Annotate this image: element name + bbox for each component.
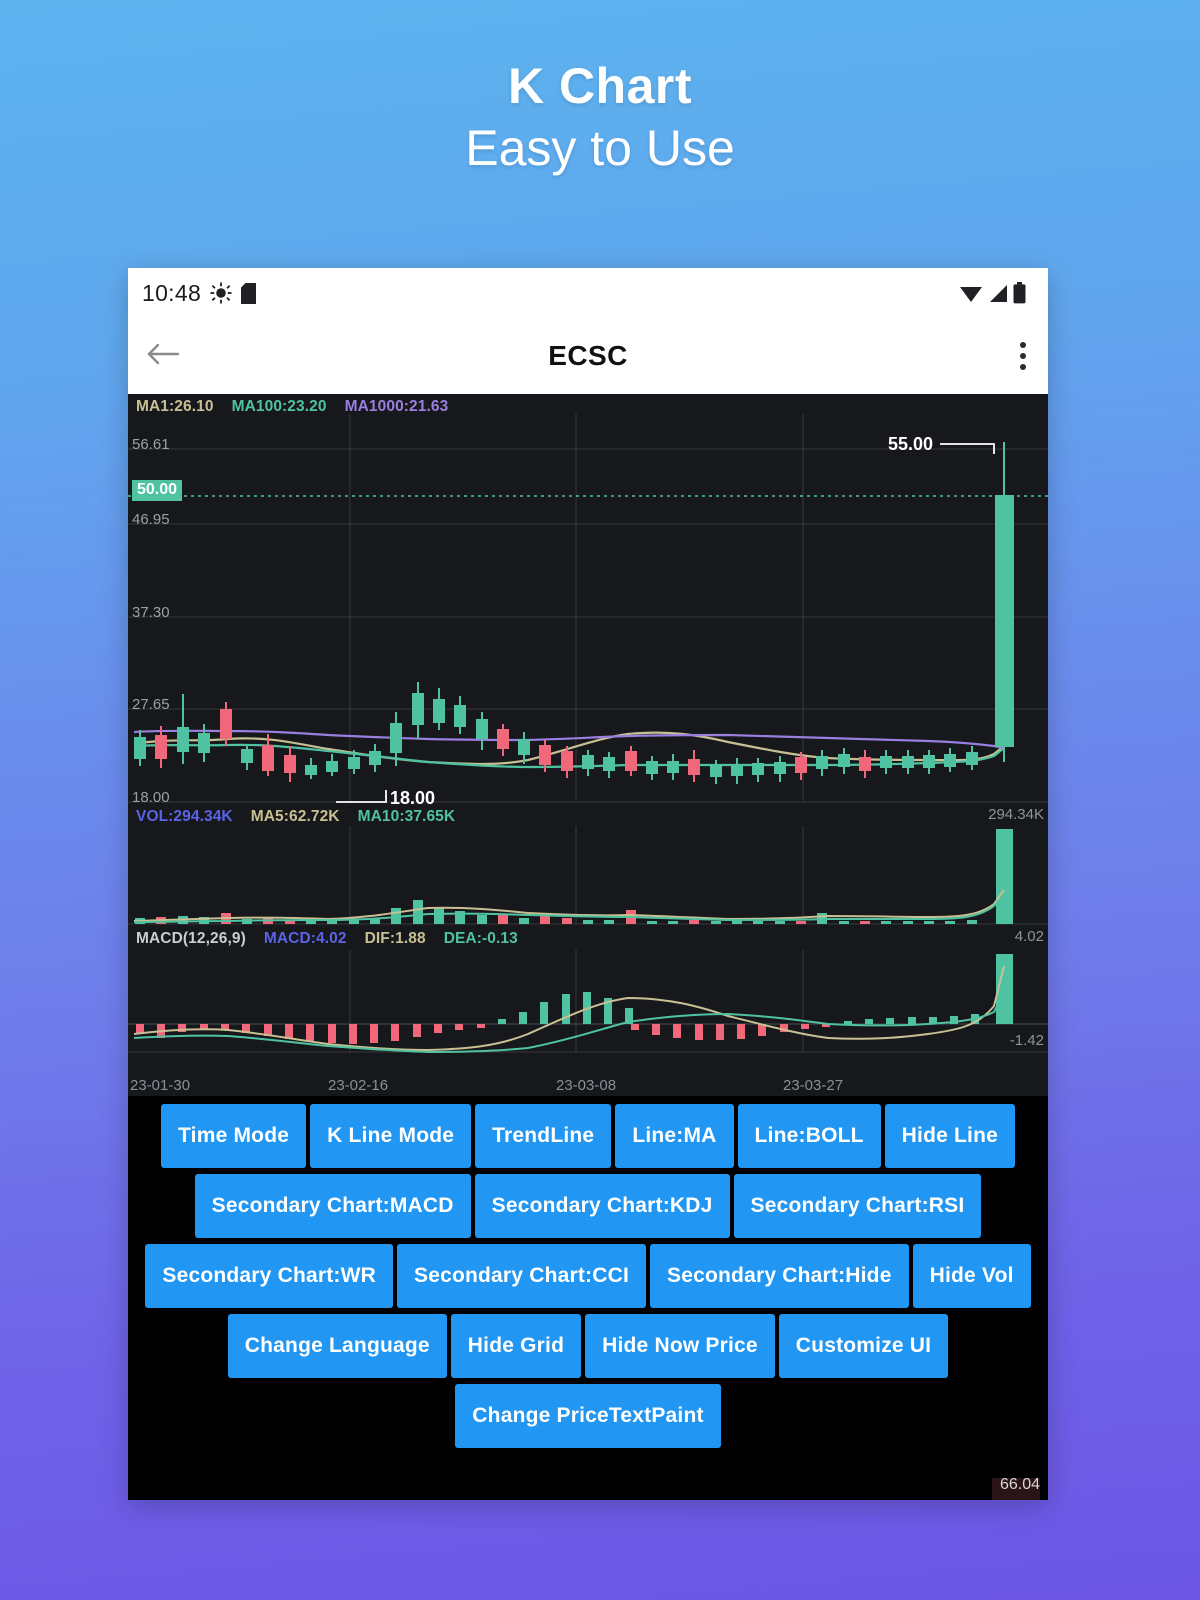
status-time: 10:48	[142, 279, 202, 306]
price-ytick-1: 46.95	[132, 511, 170, 528]
legend-macd-params: MACD(12,26,9)	[136, 930, 246, 947]
change-price-text-paint-button[interactable]: Change PriceTextPaint	[455, 1384, 721, 1448]
controls-row-5: Change PriceTextPaint	[128, 1384, 1048, 1448]
secondary-chart-wr-button[interactable]: Secondary Chart:WR	[145, 1244, 393, 1308]
legend-ma1: MA1:26.10	[136, 398, 214, 415]
price-ytick-0: 56.61	[132, 436, 170, 453]
customize-ui-button[interactable]: Customize UI	[778, 1314, 949, 1378]
selected-high-label: 55.00	[888, 434, 934, 454]
secondary-chart-cci-button[interactable]: Secondary Chart:CCI	[397, 1244, 647, 1308]
x-tick-3: 23-03-27	[783, 1077, 844, 1094]
k-line-mode-button[interactable]: K Line Mode	[310, 1104, 472, 1168]
wifi-icon	[959, 283, 983, 303]
promo-title-line2: Easy to Use	[465, 119, 735, 176]
now-price-tag: 50.00	[132, 480, 183, 501]
hide-vol-button[interactable]: Hide Vol	[912, 1244, 1031, 1308]
hide-line-button[interactable]: Hide Line	[884, 1104, 1015, 1168]
volume-legend: VOL:294.34K MA5:62.72K MA10:37.65K	[136, 808, 455, 826]
hide-now-price-button[interactable]: Hide Now Price	[585, 1314, 775, 1378]
legend-dea: DEA:-0.13	[443, 930, 518, 947]
macd-legend: MACD(12,26,9) MACD:4.02 DIF:1.88 DEA:-0.…	[136, 930, 518, 948]
secondary-chart-hide-button[interactable]: Secondary Chart:Hide	[650, 1244, 909, 1308]
chart-canvas[interactable]	[128, 394, 1048, 1096]
phone-screenshot: 10:48 ECSC MA1:26.10 MA100:23.20 MA1000:…	[128, 268, 1048, 1500]
legend-ma10: MA10:37.65K	[357, 808, 456, 825]
promo-title-line1: K Chart	[507, 58, 693, 114]
app-bar: ECSC	[128, 318, 1048, 394]
back-arrow-icon[interactable]	[146, 341, 180, 372]
android-gear-icon	[210, 282, 232, 304]
controls-row-1: Time Mode K Line Mode TrendLine Line:MA …	[128, 1104, 1048, 1168]
sdcard-icon	[241, 282, 257, 304]
legend-vol: VOL:294.34K	[136, 808, 233, 825]
macd-ymax-label: 4.02	[1014, 928, 1044, 945]
macd-ymin-label: -1.42	[1009, 1032, 1044, 1049]
overflow-menu-icon[interactable]	[1020, 342, 1026, 370]
selected-low-label: 18.00	[390, 788, 436, 808]
controls-row-2: Secondary Chart:MACD Secondary Chart:KDJ…	[128, 1174, 1048, 1238]
hide-grid-button[interactable]: Hide Grid	[450, 1314, 582, 1378]
page-title: ECSC	[548, 340, 628, 371]
line-ma-button[interactable]: Line:MA	[615, 1104, 734, 1168]
legend-dif: DIF:1.88	[364, 930, 426, 947]
legend-ma100: MA100:23.20	[231, 398, 327, 415]
x-tick-1: 23-02-16	[328, 1077, 389, 1094]
legend-ma1000: MA1000:21.63	[344, 398, 449, 415]
battery-icon	[1013, 282, 1026, 304]
line-boll-button[interactable]: Line:BOLL	[737, 1104, 881, 1168]
chart-container[interactable]: MA1:26.10 MA100:23.20 MA1000:21.63 56.61…	[128, 394, 1048, 1096]
legend-macd: MACD:4.02	[263, 930, 347, 947]
price-ytick-4: 18.00	[132, 789, 170, 806]
status-bar-right	[959, 282, 1026, 304]
controls-row-4: Change Language Hide Grid Hide Now Price…	[128, 1314, 1048, 1378]
footer-value-label: 66.04	[999, 1476, 1040, 1493]
price-ytick-2: 37.30	[132, 604, 170, 621]
status-bar: 10:48	[128, 268, 1048, 318]
secondary-chart-macd-button[interactable]: Secondary Chart:MACD	[194, 1174, 471, 1238]
controls-panel: Time Mode K Line Mode TrendLine Line:MA …	[128, 1096, 1048, 1448]
signal-icon	[988, 283, 1008, 303]
volume-ymax-label: 294.34K	[988, 806, 1044, 823]
time-mode-button[interactable]: Time Mode	[161, 1104, 307, 1168]
legend-ma5: MA5:62.72K	[250, 808, 340, 825]
price-legend: MA1:26.10 MA100:23.20 MA1000:21.63	[136, 398, 448, 416]
promo-header: K Chart Easy to Use	[0, 0, 1200, 181]
x-tick-0: 23-01-30	[130, 1077, 191, 1094]
controls-row-3: Secondary Chart:WR Secondary Chart:CCI S…	[128, 1244, 1048, 1308]
status-bar-left: 10:48	[142, 279, 257, 307]
trendline-button[interactable]: TrendLine	[475, 1104, 612, 1168]
x-tick-2: 23-03-08	[556, 1077, 617, 1094]
secondary-chart-rsi-button[interactable]: Secondary Chart:RSI	[733, 1174, 982, 1238]
change-language-button[interactable]: Change Language	[227, 1314, 447, 1378]
price-ytick-3: 27.65	[132, 696, 170, 713]
secondary-chart-kdj-button[interactable]: Secondary Chart:KDJ	[474, 1174, 730, 1238]
